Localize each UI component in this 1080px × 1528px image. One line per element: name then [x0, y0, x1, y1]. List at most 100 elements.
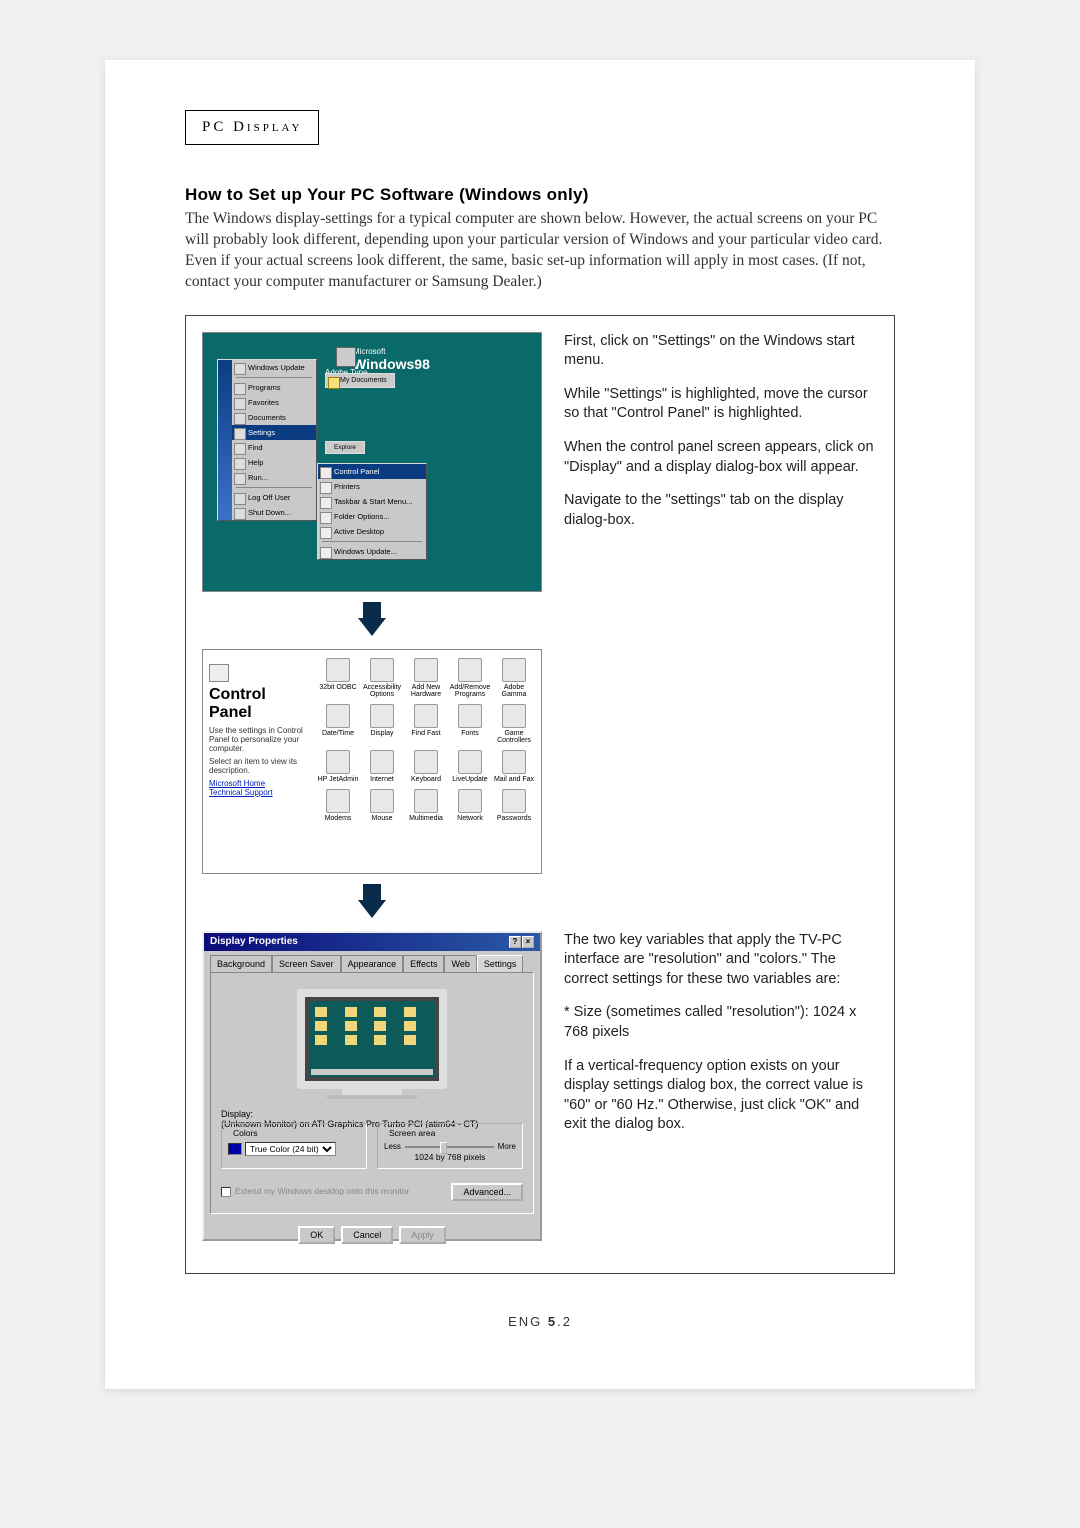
advanced-button[interactable]: Advanced... [451, 1183, 523, 1201]
multimedia-icon [414, 789, 438, 813]
cp-item-fonts[interactable]: Fonts [449, 704, 491, 744]
resolution-slider[interactable]: Less More [384, 1142, 516, 1152]
cp-item-liveupdate[interactable]: LiveUpdate [449, 750, 491, 783]
slider-less: Less [384, 1142, 401, 1151]
content-frame: Microsoft Windows98 Adobe TypeManager My… [185, 315, 895, 1274]
start-item-logoff[interactable]: Log Off User [232, 490, 316, 505]
tab-background[interactable]: Background [210, 955, 272, 972]
link-microsoft-home[interactable]: Microsoft Home [209, 779, 311, 788]
submenu-control-panel[interactable]: Control Panel [318, 464, 426, 479]
tab-appearance[interactable]: Appearance [341, 955, 404, 972]
explore-tooltip: Explore [325, 441, 365, 454]
footer-prefix: ENG [508, 1314, 548, 1329]
display-label: Display: [221, 1109, 253, 1119]
cp-item-display[interactable]: Display [361, 704, 403, 744]
start-menu: Windows Update Programs Favorites Docume… [217, 359, 317, 521]
row-2: Control Panel Use the settings in Contro… [202, 649, 878, 874]
instruction3-p2: * Size (sometimes called "resolution"): … [564, 1003, 878, 1042]
start-item-programs[interactable]: Programs [232, 380, 316, 395]
dialog-title: Display Properties [210, 936, 298, 948]
tab-web[interactable]: Web [444, 955, 476, 972]
mouse-icon [370, 789, 394, 813]
control-panel-folder-icon [209, 664, 229, 682]
start-item-favorites[interactable]: Favorites [232, 395, 316, 410]
fonts-icon [458, 704, 482, 728]
start-item-help[interactable]: Help [232, 455, 316, 470]
cp-item-mouse[interactable]: Mouse [361, 789, 403, 822]
start-item-run[interactable]: Run... [232, 470, 316, 485]
tab-settings[interactable]: Settings [477, 955, 524, 972]
submenu-taskbar[interactable]: Taskbar & Start Menu... [318, 494, 426, 509]
start-item-find[interactable]: Find [232, 440, 316, 455]
start-item-documents[interactable]: Documents [232, 410, 316, 425]
section-intro: The Windows display-settings for a typic… [185, 209, 895, 293]
control-panel-title: Control Panel [209, 686, 311, 722]
cp-item-network[interactable]: Network [449, 789, 491, 822]
start-item-shutdown[interactable]: Shut Down... [232, 505, 316, 520]
cp-item-add-remove[interactable]: Add/Remove Programs [449, 658, 491, 698]
cancel-button[interactable]: Cancel [341, 1226, 393, 1244]
instruction3-p1: The two key variables that apply the TV-… [564, 931, 878, 990]
cp-item-32bit-odbc[interactable]: 32bit ODBC [317, 658, 359, 698]
cp-item-multimedia[interactable]: Multimedia [405, 789, 447, 822]
programs-icon [458, 658, 482, 682]
instruction-p2: While "Settings" is highlighted, move th… [564, 385, 878, 424]
screenshot-display-properties: Display Properties ? × Background Screen… [202, 931, 542, 1241]
network-icon [458, 789, 482, 813]
dialog-buttons: OK Cancel Apply [204, 1220, 540, 1246]
ok-button[interactable]: OK [298, 1226, 335, 1244]
submenu-folder-options[interactable]: Folder Options... [318, 509, 426, 524]
liveupdate-icon [458, 750, 482, 774]
colors-label: Colors [230, 1128, 261, 1138]
keyboard-icon [414, 750, 438, 774]
submenu-printers[interactable]: Printers [318, 479, 426, 494]
close-button[interactable]: × [522, 936, 534, 948]
cp-item-modems[interactable]: Modems [317, 789, 359, 822]
footer-chapter: 5 [548, 1314, 557, 1329]
help-button[interactable]: ? [509, 936, 521, 948]
arrow-down-icon [358, 900, 386, 918]
hpjetadmin-icon [326, 750, 350, 774]
odbc-icon [326, 658, 350, 682]
header-label: PC Display [202, 119, 302, 135]
slider-thumb[interactable] [440, 1142, 447, 1154]
game-controllers-icon [502, 704, 526, 728]
dialog-titlebar: Display Properties ? × [204, 933, 540, 951]
color-swatch-icon [228, 1143, 242, 1155]
link-technical-support[interactable]: Technical Support [209, 788, 311, 797]
start-menu-side-banner [218, 360, 232, 520]
arrow-down-2 [202, 884, 542, 923]
start-item-windows-update[interactable]: Windows Update [232, 360, 316, 375]
cp-item-game[interactable]: Game Controllers [493, 704, 535, 744]
cp-item-passwords[interactable]: Passwords [493, 789, 535, 822]
control-panel-sidebar: Control Panel Use the settings in Contro… [209, 664, 311, 797]
monitor-preview [297, 989, 447, 1089]
cp-item-findfast[interactable]: Find Fast [405, 704, 447, 744]
tab-effects[interactable]: Effects [403, 955, 444, 972]
extend-desktop-check[interactable]: Extend my Windows desktop onto this moni… [221, 1186, 409, 1197]
findfast-icon [414, 704, 438, 728]
submenu-windows-update[interactable]: Windows Update... [318, 544, 426, 559]
instruction-p3: When the control panel screen appears, c… [564, 438, 878, 477]
cp-item-keyboard[interactable]: Keyboard [405, 750, 447, 783]
cp-item-add-hardware[interactable]: Add New Hardware [405, 658, 447, 698]
submenu-active-desktop[interactable]: Active Desktop [318, 524, 426, 539]
modems-icon [326, 789, 350, 813]
start-item-settings[interactable]: Settings [232, 425, 316, 440]
screen-area-group: Screen area Less More 1024 by 768 pixels [377, 1123, 523, 1169]
colors-select[interactable]: True Color (24 bit) [245, 1142, 336, 1156]
adobe-type-manager-icon [336, 347, 356, 367]
cp-item-internet[interactable]: Internet [361, 750, 403, 783]
cp-item-adobe-gamma[interactable]: Adobe Gamma [493, 658, 535, 698]
cp-item-accessibility[interactable]: Accessibility Options [361, 658, 403, 698]
tab-screensaver[interactable]: Screen Saver [272, 955, 341, 972]
footer-page: .2 [557, 1314, 572, 1329]
cp-item-mailfax[interactable]: Mail and Fax [493, 750, 535, 783]
instruction-p4: Navigate to the "settings" tab on the di… [564, 491, 878, 530]
apply-button[interactable]: Apply [399, 1226, 446, 1244]
cp-item-datetime[interactable]: Date/Time [317, 704, 359, 744]
cp-item-hpjetadmin[interactable]: HP JetAdmin [317, 750, 359, 783]
section-title: How to Set up Your PC Software (Windows … [185, 185, 895, 205]
datetime-icon [326, 704, 350, 728]
slider-more: More [498, 1142, 516, 1151]
